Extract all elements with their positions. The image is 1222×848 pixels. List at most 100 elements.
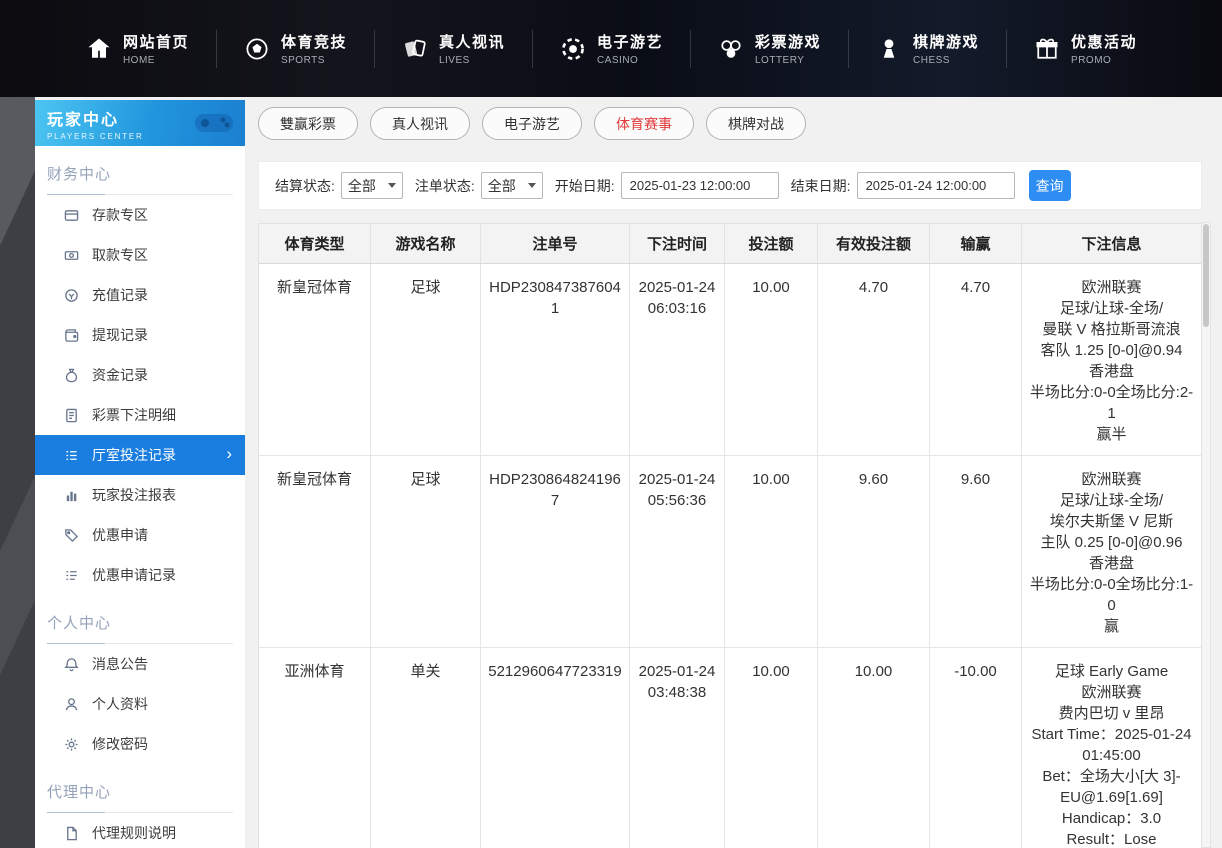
sidebar-item-recharge-record[interactable]: 充值记录 <box>35 275 245 315</box>
cell-bet-info: 欧洲联赛 足球/让球-全场/ 埃尔夫斯堡 V 尼斯 主队 0.25 [0-0]@… <box>1022 456 1201 648</box>
bar-chart-icon <box>64 488 79 503</box>
sidebar-item-label: 优惠申请记录 <box>92 565 176 585</box>
search-button[interactable]: 查询 <box>1029 170 1071 201</box>
table-row: 新皇冠体育 足球 HDP2308648241967 2025-01-24 05:… <box>259 456 1201 648</box>
table-row: 亚洲体育 单关 5212960647723319 2025-01-24 03:4… <box>259 648 1201 848</box>
tab-live[interactable]: 真人视讯 <box>370 107 470 140</box>
settle-status-select[interactable]: 全部 <box>341 172 403 199</box>
nav-sports-sublabel: SPORTS <box>281 55 347 66</box>
cell-valid-amount: 9.60 <box>818 456 930 648</box>
scrollbar-thumb[interactable] <box>1203 224 1209 327</box>
sidebar-item-funds-record[interactable]: 资金记录 <box>35 355 245 395</box>
nav-item-sports[interactable]: 体育竞技 SPORTS <box>216 31 374 66</box>
chess-piece-icon <box>875 35 903 63</box>
chevron-right-icon: › <box>226 444 232 464</box>
nav-home-label: 网站首页 <box>123 31 189 52</box>
top-navigation: 网站首页 HOME 体育竞技 SPORTS 真人视讯LIVES 电子游艺CASINO… <box>0 0 1222 97</box>
rules-document-icon <box>64 826 79 841</box>
gift-icon <box>1033 35 1061 63</box>
sidebar-item-profile[interactable]: 个人资料 <box>35 684 245 724</box>
cell-bet-time: 2025-01-24 05:56:36 <box>630 456 725 648</box>
sidebar-item-label: 取款专区 <box>92 245 148 265</box>
home-icon <box>85 35 113 63</box>
order-status-select[interactable]: 全部 <box>481 172 543 199</box>
sidebar-item-label: 修改密码 <box>92 734 148 754</box>
order-status-value: 全部 <box>488 176 516 196</box>
category-tabs: 雙赢彩票 真人视讯 电子游艺 体育赛事 棋牌对战 <box>258 107 1202 140</box>
sidebar-item-agent-rules[interactable]: 代理规则说明 <box>35 813 245 848</box>
end-date-input[interactable] <box>857 172 1015 199</box>
dropdown-arrow-icon <box>388 183 396 188</box>
sports-ball-icon <box>243 35 271 63</box>
section-header-finance: 财务中心 <box>47 163 233 195</box>
tab-lottery[interactable]: 雙赢彩票 <box>258 107 358 140</box>
nav-item-home[interactable]: 网站首页 HOME <box>58 31 216 66</box>
nav-item-chess[interactable]: 棋牌游戏CHESS <box>848 31 1006 66</box>
nav-item-lottery[interactable]: 彩票游戏LOTTERY <box>690 31 848 66</box>
cell-order-no: 5212960647723319 <box>481 648 630 848</box>
nav-home-sublabel: HOME <box>123 55 189 66</box>
filter-bar: 结算状态: 全部 注单状态: 全部 开始日期: 结束日期: 查询 <box>258 161 1202 210</box>
sidebar-section-finance: 财务中心 存款专区 取款专区 充值记录 提现记录 资金记录 彩票下注明细 厅室投… <box>35 163 245 595</box>
sidebar-header: 玩家中心 PLAYERS CENTER <box>35 100 245 146</box>
list-icon <box>64 448 79 463</box>
table-header-row: 体育类型 游戏名称 注单号 下注时间 投注额 有效投注额 输赢 下注信息 <box>259 224 1201 264</box>
wallet-icon <box>64 328 79 343</box>
sidebar-item-label: 充值记录 <box>92 285 148 305</box>
coin-icon <box>64 288 79 303</box>
sidebar-item-label: 厅室投注记录 <box>92 445 176 465</box>
cell-game-name: 足球 <box>371 456 481 648</box>
cell-win-loss: 4.70 <box>930 264 1022 456</box>
sidebar-title: 玩家中心 <box>47 106 144 130</box>
background-decoration <box>0 97 35 848</box>
sidebar-item-label: 消息公告 <box>92 654 148 674</box>
nav-item-casino[interactable]: 电子游艺CASINO <box>532 31 690 66</box>
tag-icon <box>64 528 79 543</box>
cell-order-no: HDP2308648241967 <box>481 456 630 648</box>
tab-casino[interactable]: 电子游艺 <box>482 107 582 140</box>
settle-status-label: 结算状态: <box>275 176 335 196</box>
nav-promo-sublabel: PROMO <box>1071 55 1137 66</box>
sidebar-item-player-report[interactable]: 玩家投注报表 <box>35 475 245 515</box>
sidebar-item-withdraw-record[interactable]: 提现记录 <box>35 315 245 355</box>
gear-icon <box>64 737 79 752</box>
cell-bet-amount: 10.00 <box>725 456 818 648</box>
document-icon <box>64 408 79 423</box>
sidebar-item-change-password[interactable]: 修改密码 <box>35 724 245 764</box>
col-header-game-name: 游戏名称 <box>371 224 481 264</box>
bet-records-table: 体育类型 游戏名称 注单号 下注时间 投注额 有效投注额 输赢 下注信息 新皇冠… <box>258 223 1202 848</box>
nav-sports-label: 体育竞技 <box>281 31 347 52</box>
person-icon <box>64 697 79 712</box>
col-header-sport-type: 体育类型 <box>259 224 371 264</box>
start-date-input[interactable] <box>621 172 779 199</box>
nav-lives-label: 真人视讯 <box>439 31 505 52</box>
sidebar-item-promo-record[interactable]: 优惠申请记录 <box>35 555 245 595</box>
sidebar-item-hall-bet-record[interactable]: 厅室投注记录 › <box>35 435 245 475</box>
playing-cards-icon <box>401 35 429 63</box>
sidebar-section-agent: 代理中心 代理规则说明 <box>35 781 245 848</box>
sidebar-item-label: 优惠申请 <box>92 525 148 545</box>
table-row: 新皇冠体育 足球 HDP2308473876041 2025-01-24 06:… <box>259 264 1201 456</box>
cell-game-name: 单关 <box>371 648 481 848</box>
sidebar-item-promo-apply[interactable]: 优惠申请 <box>35 515 245 555</box>
tab-board-games[interactable]: 棋牌对战 <box>706 107 806 140</box>
section-header-agent: 代理中心 <box>47 781 233 813</box>
nav-casino-sublabel: CASINO <box>597 55 663 66</box>
sidebar-item-label: 资金记录 <box>92 365 148 385</box>
nav-item-lives[interactable]: 真人视讯LIVES <box>374 31 532 66</box>
sidebar-item-withdraw[interactable]: 取款专区 <box>35 235 245 275</box>
cell-bet-time: 2025-01-24 03:48:38 <box>630 648 725 848</box>
end-date-label: 结束日期: <box>791 176 851 196</box>
vertical-scrollbar[interactable] <box>1201 222 1211 848</box>
cell-sport-type: 亚洲体育 <box>259 648 371 848</box>
sidebar: 玩家中心 PLAYERS CENTER 财务中心 存款专区 取款专区 充值记录 … <box>35 100 245 848</box>
sidebar-item-lottery-bet-detail[interactable]: 彩票下注明细 <box>35 395 245 435</box>
sidebar-item-deposit[interactable]: 存款专区 <box>35 195 245 235</box>
nav-item-promo[interactable]: 优惠活动PROMO <box>1006 31 1164 66</box>
tab-sports-events[interactable]: 体育赛事 <box>594 107 694 140</box>
sidebar-item-messages[interactable]: 消息公告 <box>35 644 245 684</box>
cell-bet-info: 足球 Early Game 欧洲联赛 费内巴切 v 里昂 Start Time：… <box>1022 648 1201 848</box>
sidebar-item-label: 个人资料 <box>92 694 148 714</box>
sidebar-subtitle: PLAYERS CENTER <box>47 132 144 141</box>
lottery-balls-icon <box>717 35 745 63</box>
